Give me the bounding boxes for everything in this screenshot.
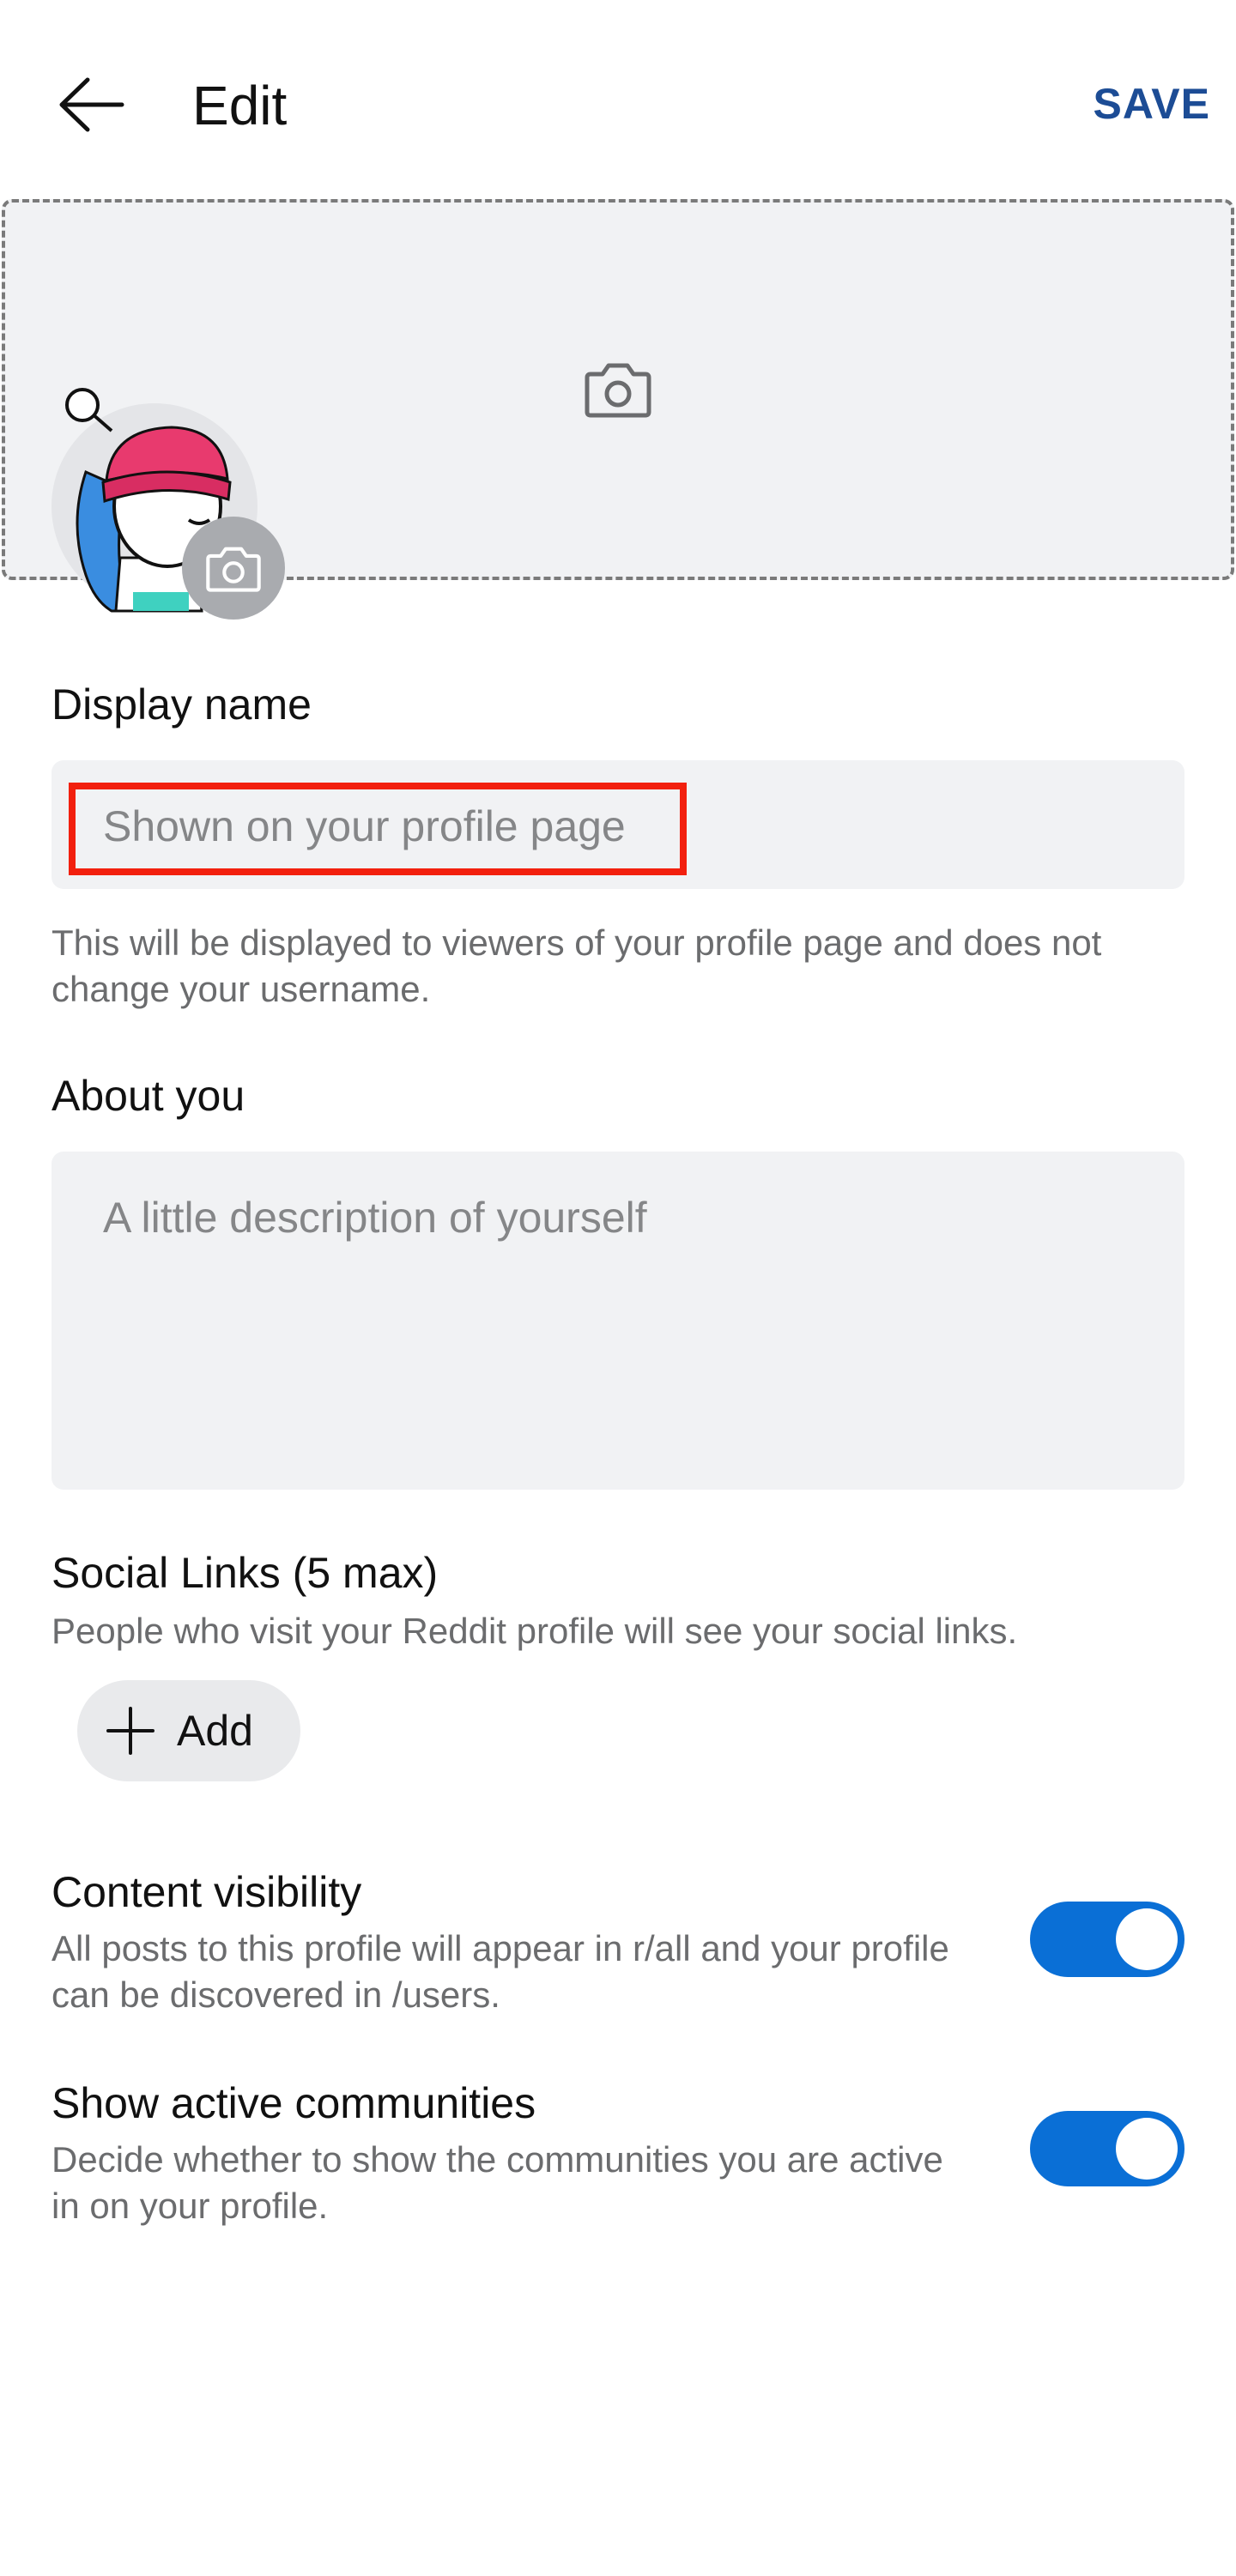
content-visibility-toggle[interactable]	[1030, 1902, 1184, 1977]
active-communities-description: Decide whether to show the communities y…	[52, 2139, 943, 2226]
highlight-box	[69, 783, 687, 875]
save-button[interactable]: SAVE	[1094, 79, 1210, 129]
about-you-textarea[interactable]: A little description of yourself	[52, 1152, 1184, 1490]
back-button[interactable]	[52, 70, 130, 139]
display-name-help: This will be displayed to viewers of you…	[52, 922, 1102, 1009]
about-you-placeholder: A little description of yourself	[103, 1194, 647, 1242]
camera-icon	[585, 363, 651, 418]
arrow-left-icon	[59, 77, 124, 132]
page-title: Edit	[192, 75, 288, 136]
active-communities-label: Show active communities	[52, 2079, 536, 2127]
social-links-label: Social Links (5 max)	[52, 1549, 439, 1597]
camera-icon	[206, 547, 261, 592]
edit-profile-screen: Edit SAVE Display name Shown on your pro…	[0, 0, 1236, 2576]
social-links-help: People who visit your Reddit profile wil…	[52, 1611, 1018, 1651]
active-communities-toggle[interactable]	[1030, 2111, 1184, 2186]
content-visibility-label: Content visibility	[52, 1868, 362, 1916]
plus-icon	[106, 1707, 154, 1755]
toggle-knob	[1116, 2118, 1178, 2180]
toggle-knob	[1116, 1908, 1178, 1970]
add-button-label: Add	[177, 1707, 253, 1755]
display-name-label: Display name	[52, 680, 312, 729]
header: Edit SAVE	[0, 0, 1236, 197]
add-social-link-button[interactable]: Add	[77, 1680, 300, 1781]
content-visibility-description: All posts to this profile will appear in…	[52, 1928, 949, 2015]
about-you-label: About you	[52, 1072, 245, 1120]
avatar-camera-button[interactable]	[182, 517, 285, 620]
